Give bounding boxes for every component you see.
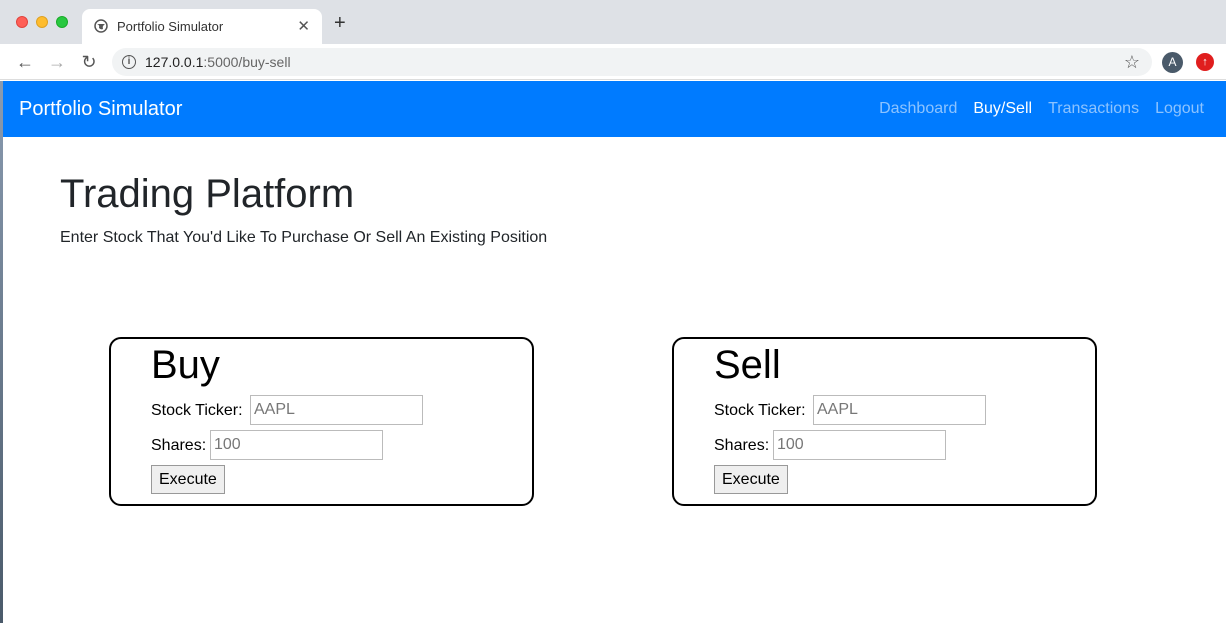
profile-avatar[interactable]: A: [1162, 52, 1183, 73]
desktop-edge: [0, 81, 3, 623]
sell-ticker-input[interactable]: [813, 395, 986, 425]
close-tab-icon[interactable]: ✕: [297, 17, 310, 35]
maximize-window-button[interactable]: [56, 16, 68, 28]
buy-ticker-label: Stock Ticker:: [151, 402, 243, 419]
buy-shares-label: Shares:: [151, 437, 207, 454]
top-navbar: Portfolio Simulator Dashboard Buy/Sell T…: [3, 81, 1226, 137]
nav-link-transactions[interactable]: Transactions: [1048, 100, 1139, 118]
buy-form-card: Buy Stock Ticker: Shares: Execute: [109, 337, 534, 506]
page-title: Trading Platform: [60, 172, 355, 216]
buy-title: Buy: [151, 343, 220, 387]
nav-links: Dashboard Buy/Sell Transactions Logout: [879, 100, 1204, 118]
browser-toolbar: ← → ↻ i 127.0.0.1:5000/buy-sell ☆ A ↑: [0, 44, 1226, 80]
browser-tab-strip: Portfolio Simulator ✕ +: [0, 0, 1226, 44]
sell-title: Sell: [714, 343, 781, 387]
nav-link-dashboard[interactable]: Dashboard: [879, 100, 957, 118]
tab-title: Portfolio Simulator: [117, 19, 224, 34]
close-window-button[interactable]: [16, 16, 28, 28]
bookmark-star-icon[interactable]: ☆: [1124, 52, 1140, 73]
address-bar[interactable]: i 127.0.0.1:5000/buy-sell ☆: [112, 48, 1152, 76]
buy-shares-input[interactable]: [210, 430, 383, 460]
sell-ticker-label: Stock Ticker:: [714, 402, 806, 419]
page-subtitle: Enter Stock That You'd Like To Purchase …: [60, 229, 548, 246]
url-text: 127.0.0.1:5000/buy-sell: [145, 54, 291, 70]
reload-icon[interactable]: ↻: [78, 51, 100, 73]
buy-ticker-input[interactable]: [250, 395, 423, 425]
nav-link-logout[interactable]: Logout: [1155, 100, 1204, 118]
info-icon[interactable]: i: [122, 55, 136, 69]
back-icon[interactable]: ←: [14, 51, 36, 73]
forward-icon[interactable]: →: [46, 51, 68, 73]
sell-execute-button[interactable]: Execute: [714, 465, 788, 494]
url-host: 127.0.0.1: [145, 54, 204, 70]
new-tab-icon[interactable]: +: [334, 13, 346, 33]
browser-tab[interactable]: Portfolio Simulator ✕: [82, 9, 322, 44]
minimize-window-button[interactable]: [36, 16, 48, 28]
globe-icon: [94, 19, 108, 33]
navbar-brand[interactable]: Portfolio Simulator: [19, 98, 182, 121]
sell-form-card: Sell Stock Ticker: Shares: Execute: [672, 337, 1097, 506]
nav-link-buy-sell[interactable]: Buy/Sell: [973, 100, 1032, 118]
buy-execute-button[interactable]: Execute: [151, 465, 225, 494]
url-path: :5000/buy-sell: [203, 54, 291, 70]
sell-shares-input[interactable]: [773, 430, 946, 460]
sell-shares-label: Shares:: [714, 437, 770, 454]
extension-icon[interactable]: ↑: [1196, 53, 1214, 71]
